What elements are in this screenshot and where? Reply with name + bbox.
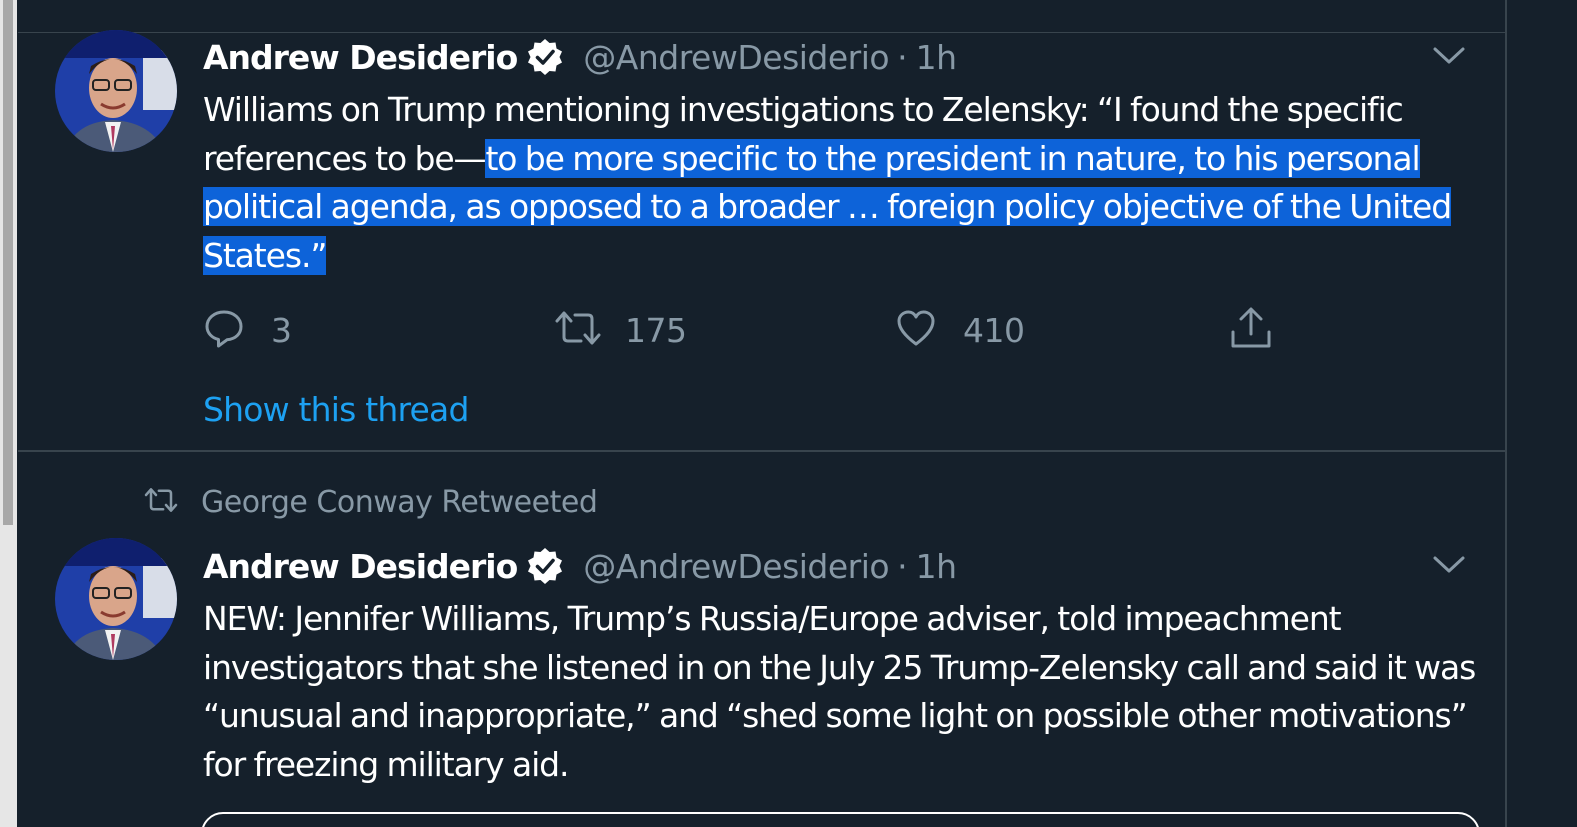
- retweet-count: 175: [625, 310, 687, 350]
- show-thread-link[interactable]: Show this thread: [203, 390, 469, 429]
- scrollbar-thumb[interactable]: [3, 0, 13, 525]
- tweet-timestamp[interactable]: 1h: [916, 38, 957, 77]
- share-icon: [1228, 306, 1274, 354]
- share-button[interactable]: [1228, 302, 1274, 358]
- separator-dot: ·: [897, 37, 908, 77]
- heart-icon: [895, 307, 937, 353]
- reply-count: 3: [271, 310, 292, 350]
- author-handle[interactable]: @AndrewDesiderio: [583, 38, 889, 77]
- tweet-header: Andrew Desiderio @AndrewDesiderio · 1h: [203, 543, 957, 589]
- retweet-icon: [553, 307, 603, 353]
- author-name[interactable]: Andrew Desiderio: [203, 38, 518, 77]
- author-handle[interactable]: @AndrewDesiderio: [583, 547, 889, 586]
- retweet-context: George Conway Retweeted: [143, 480, 598, 524]
- avatar[interactable]: [55, 538, 177, 660]
- tweet-text: Williams on Trump mentioning investigati…: [203, 86, 1478, 280]
- tweet-header: Andrew Desiderio @AndrewDesiderio · 1h: [203, 34, 957, 80]
- verified-badge-icon: [525, 37, 565, 77]
- avatar[interactable]: [55, 30, 177, 152]
- verified-badge-icon: [525, 546, 565, 586]
- scrollbar-track[interactable]: [0, 0, 17, 827]
- reply-button[interactable]: 3: [203, 302, 292, 358]
- tweet[interactable]: Andrew Desiderio @AndrewDesiderio · 1h W…: [18, 0, 1505, 450]
- retweet-button[interactable]: 175: [553, 302, 687, 358]
- avatar-image: [55, 30, 177, 152]
- tweet-timestamp[interactable]: 1h: [916, 547, 957, 586]
- chevron-down-icon[interactable]: [1431, 553, 1467, 577]
- link-card[interactable]: [201, 812, 1480, 827]
- right-gutter: [1507, 0, 1577, 827]
- like-count: 410: [963, 310, 1025, 350]
- retweet-icon: [143, 485, 179, 519]
- tweet-actions: 3 175 410: [203, 302, 1303, 358]
- tweet[interactable]: George Conway Retweeted Andrew Desiderio: [18, 452, 1505, 827]
- chevron-down-icon[interactable]: [1431, 44, 1467, 68]
- tweet-text: NEW: Jennifer Williams, Trump’s Russia/E…: [203, 599, 1476, 784]
- author-name[interactable]: Andrew Desiderio: [203, 547, 518, 586]
- reply-icon: [203, 307, 245, 353]
- separator-dot: ·: [897, 546, 908, 586]
- retweeted-by-label[interactable]: George Conway Retweeted: [201, 485, 598, 520]
- like-button[interactable]: 410: [895, 302, 1025, 358]
- avatar-image: [55, 538, 177, 660]
- timeline-viewport: Andrew Desiderio @AndrewDesiderio · 1h W…: [0, 0, 1577, 827]
